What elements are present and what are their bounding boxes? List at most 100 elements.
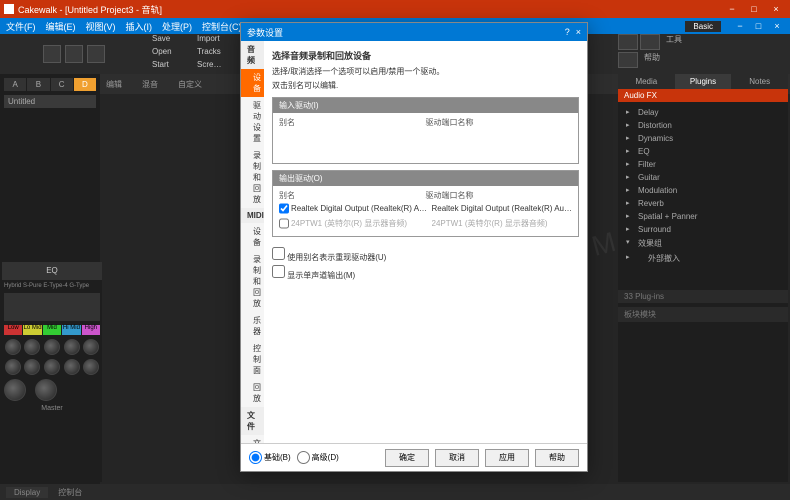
cat-audio: 音频 — [241, 41, 264, 69]
console-label[interactable]: 控制台 — [58, 487, 82, 498]
dialog-help-icon[interactable]: ? — [565, 27, 570, 37]
hdr-edit[interactable]: 编辑 — [106, 79, 122, 90]
tree-distortion[interactable]: Distortion — [624, 119, 782, 132]
knob-10[interactable] — [83, 359, 99, 375]
side-midi-dev[interactable]: 设备 — [241, 223, 264, 251]
browser-tab-plugins[interactable]: Plugins — [675, 74, 732, 89]
input-drivers-box: 输入驱动(I) 别名 驱动端口名称 — [272, 97, 579, 164]
side-recplay[interactable]: 录制和回放 — [241, 147, 264, 208]
side-control[interactable]: 控制面 — [241, 340, 264, 379]
side-playback[interactable]: 回放 — [241, 379, 264, 407]
menu-insert[interactable]: 插入(I) — [126, 20, 153, 33]
side-driver[interactable]: 驱动设置 — [241, 97, 264, 147]
out-alias-1: Realtek Digital Output (Realtek(R) A… — [291, 204, 432, 213]
big-knob-2[interactable] — [35, 379, 57, 401]
band-himid[interactable]: Hi Mid — [62, 325, 80, 335]
dialog-footer: 基础(B) 高级(D) 确定 取消 应用 帮助 — [241, 443, 587, 471]
close-icon[interactable]: × — [766, 4, 786, 14]
chk-alias-box[interactable] — [272, 247, 285, 260]
content-desc2: 双击别名可以编辑. — [272, 80, 579, 91]
inner-close-icon[interactable]: × — [770, 21, 784, 31]
check-mono[interactable]: 显示单声道输出(M) — [272, 265, 579, 281]
check-alias[interactable]: 使用别名表示重现驱动器(U) — [272, 247, 579, 263]
templates-head[interactable]: 板块模块 — [618, 307, 788, 322]
output-row-1[interactable]: Realtek Digital Output (Realtek(R) A… Re… — [279, 201, 572, 216]
inner-minimize-icon[interactable]: − — [733, 21, 747, 31]
knob-4[interactable] — [64, 339, 80, 355]
big-knob-1[interactable] — [4, 379, 26, 401]
tree-fxgroup[interactable]: 效果组 — [624, 236, 782, 251]
side-instruments[interactable]: 乐器 — [241, 312, 264, 340]
maximize-icon[interactable]: □ — [744, 4, 764, 14]
chk-mono-box[interactable] — [272, 265, 285, 278]
side-folders[interactable]: 文件夹位置 — [241, 435, 264, 443]
knob-3[interactable] — [44, 339, 60, 355]
tab-b[interactable]: B — [27, 78, 49, 91]
tree-external[interactable]: 外部撤入 — [624, 251, 782, 266]
tr-undo-icon[interactable] — [618, 34, 638, 50]
tr-help-icon[interactable] — [618, 52, 638, 68]
tree-reverb[interactable]: Reverb — [624, 197, 782, 210]
tb-tracks[interactable]: Tracks — [193, 47, 238, 60]
tb-open[interactable]: Open — [148, 47, 193, 60]
tr-redo-icon[interactable] — [640, 34, 660, 50]
project-name[interactable]: Untitled — [4, 95, 96, 108]
tree-eq[interactable]: EQ — [624, 145, 782, 158]
help-button[interactable]: 帮助 — [535, 449, 579, 467]
knob-6[interactable] — [5, 359, 21, 375]
out-chk-2[interactable] — [279, 217, 289, 230]
minimize-icon[interactable]: − — [722, 4, 742, 14]
side-devices[interactable]: 设备 — [241, 69, 264, 97]
band-mid[interactable]: Mid — [43, 325, 61, 335]
inner-maximize-icon[interactable]: □ — [751, 21, 765, 31]
knob-8[interactable] — [44, 359, 60, 375]
tab-c[interactable]: C — [51, 78, 73, 91]
menu-edit[interactable]: 编辑(E) — [46, 20, 76, 33]
tb-start[interactable]: Start — [148, 60, 193, 73]
tree-surround[interactable]: Surround — [624, 223, 782, 236]
tab-a[interactable]: A — [4, 78, 26, 91]
radio-basic[interactable]: 基础(B) — [249, 451, 291, 464]
menu-process[interactable]: 处理(P) — [162, 20, 192, 33]
menu-console[interactable]: 控制台(C) — [202, 20, 242, 33]
tree-spatial[interactable]: Spatial + Panner — [624, 210, 782, 223]
tab-d[interactable]: D — [74, 78, 96, 91]
knob-1[interactable] — [5, 339, 21, 355]
knob-7[interactable] — [24, 359, 40, 375]
tb-import[interactable]: Import — [193, 34, 238, 47]
band-low[interactable]: Low — [4, 325, 22, 335]
knob-2[interactable] — [24, 339, 40, 355]
dialog-close-icon[interactable]: × — [576, 27, 581, 37]
ok-button[interactable]: 确定 — [385, 449, 429, 467]
band-high[interactable]: High — [82, 325, 100, 335]
tb-scre[interactable]: Scre… — [193, 60, 238, 73]
toolbar-btn-1[interactable] — [43, 45, 61, 63]
browser-tab-notes[interactable]: Notes — [731, 74, 788, 89]
col-alias-2: 别名 — [279, 190, 426, 201]
toolbar-btn-3[interactable] — [87, 45, 105, 63]
output-row-2[interactable]: 24PTW1 (英特尔(R) 显示器音频) 24PTW1 (英特尔(R) 显示器… — [279, 216, 572, 231]
side-midi-rec[interactable]: 录制和回放 — [241, 251, 264, 312]
radio-advanced[interactable]: 高级(D) — [297, 451, 339, 464]
apply-button[interactable]: 应用 — [485, 449, 529, 467]
tree-delay[interactable]: Delay — [624, 106, 782, 119]
tree-filter[interactable]: Filter — [624, 158, 782, 171]
hdr-mix[interactable]: 混音 — [142, 79, 158, 90]
band-lomid[interactable]: Lo Mid — [23, 325, 41, 335]
tree-guitar[interactable]: Guitar — [624, 171, 782, 184]
knob-9[interactable] — [64, 359, 80, 375]
hdr-custom[interactable]: 自定义 — [178, 79, 202, 90]
knob-5[interactable] — [83, 339, 99, 355]
workspace-selector[interactable]: Basic — [685, 21, 721, 32]
menu-file[interactable]: 文件(F) — [6, 20, 36, 33]
out-chk-1[interactable] — [279, 202, 289, 215]
menu-view[interactable]: 视图(V) — [86, 20, 116, 33]
display-label[interactable]: Display — [6, 487, 48, 498]
toolbar-btn-2[interactable] — [65, 45, 83, 63]
tree-dynamics[interactable]: Dynamics — [624, 132, 782, 145]
browser-tab-media[interactable]: Media — [618, 74, 675, 89]
col-driver: 驱动端口名称 — [426, 117, 573, 128]
tb-save[interactable]: Save — [148, 34, 193, 47]
tree-modulation[interactable]: Modulation — [624, 184, 782, 197]
cancel-button[interactable]: 取消 — [435, 449, 479, 467]
